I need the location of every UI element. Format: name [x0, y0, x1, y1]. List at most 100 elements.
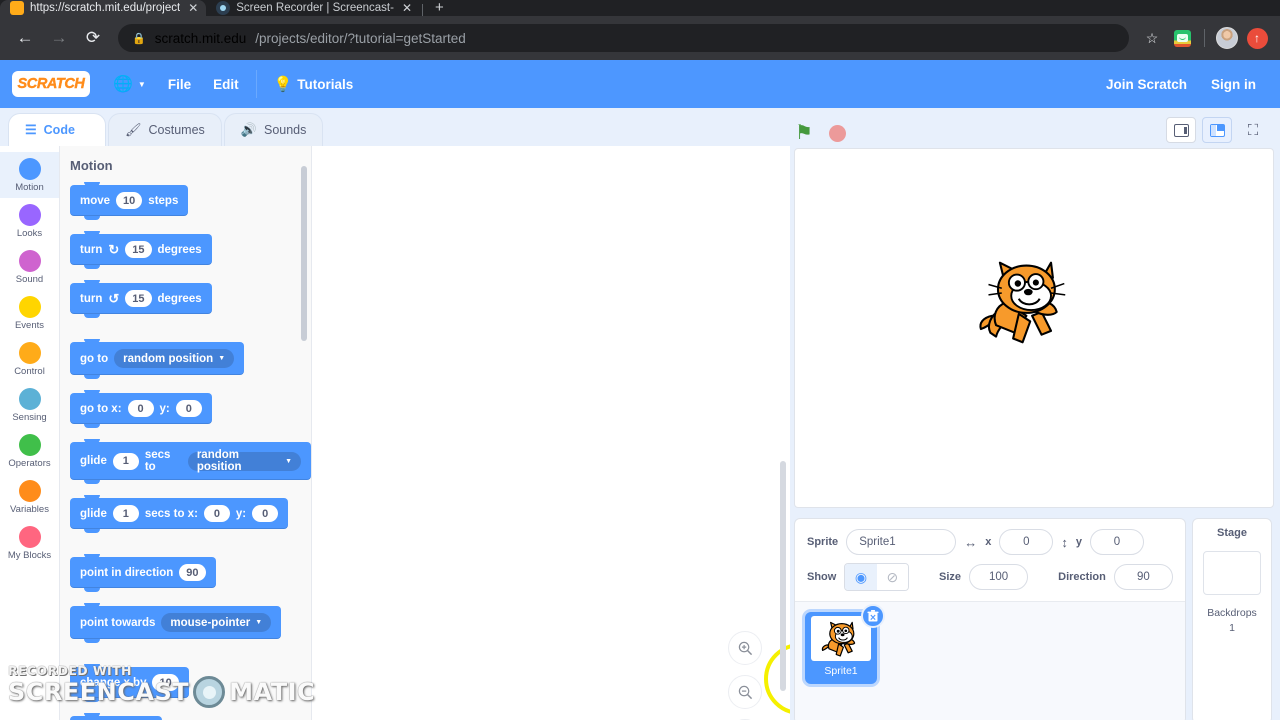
tab-code[interactable]: ☰ Code	[8, 113, 106, 146]
block-go-to[interactable]: go to random position ▼	[70, 339, 245, 379]
tab-costumes-label: Costumes	[148, 123, 205, 137]
block-glide-to[interactable]: glide 1 secs to random position ▼	[70, 439, 311, 484]
y-input[interactable]: 0	[1089, 529, 1144, 555]
language-menu[interactable]: 🌐 ▼	[102, 69, 157, 99]
palette-scrollbar[interactable]	[301, 166, 307, 341]
screencast-favicon-icon	[216, 1, 231, 15]
scratch-logo[interactable]: SCRATCH	[12, 71, 90, 97]
stage-thumbnail[interactable]	[1203, 551, 1261, 595]
zoom-in-button[interactable]	[728, 631, 762, 665]
stage-selector-pane[interactable]: Stage Backdrops 1	[1192, 518, 1272, 720]
cat-sprite-image[interactable]	[977, 257, 1072, 347]
browser-tab-screencast[interactable]: Screen Recorder | Screencast- ✕	[206, 0, 420, 16]
sign-in-button[interactable]: Sign in	[1199, 77, 1268, 92]
tab-sounds[interactable]: 🔊 Sounds	[223, 113, 324, 146]
block-dropdown[interactable]: random position ▼	[187, 449, 301, 473]
block-number-input[interactable]: 15	[125, 241, 152, 258]
show-visible-button[interactable]: ◉	[845, 564, 877, 590]
block-set-x-to[interactable]: set x to0	[70, 713, 163, 720]
avatar[interactable]	[1214, 25, 1240, 51]
tab-costumes[interactable]: 🖌 Costumes	[108, 113, 222, 146]
block-number-input[interactable]: 0	[127, 400, 154, 417]
small-stage-button[interactable]	[1166, 117, 1196, 143]
block-number-input[interactable]: 10	[152, 674, 179, 691]
block-number-input[interactable]: 90	[179, 564, 206, 581]
bookmark-star-icon[interactable]: ☆	[1139, 25, 1165, 51]
sprite-name-input[interactable]: Sprite1	[846, 529, 957, 555]
category-color-dot	[18, 203, 41, 226]
x-input[interactable]: 0	[999, 529, 1054, 555]
url-path: /projects/editor/?tutorial=getStarted	[255, 30, 466, 46]
block-go-to-xy[interactable]: go to x: 0 y: 0	[70, 390, 212, 428]
block-dropdown[interactable]: mouse-pointer ▼	[161, 613, 272, 632]
back-icon[interactable]: ←	[10, 23, 40, 53]
block-dropdown[interactable]: random position ▼	[114, 349, 235, 368]
block-turn-right[interactable]: turn ↻ 15 degrees	[70, 231, 212, 269]
size-input[interactable]: 100	[969, 564, 1029, 590]
reload-icon[interactable]: ⟳	[78, 23, 108, 53]
workspace-scrollbar-vertical[interactable]	[780, 461, 786, 691]
large-stage-button[interactable]	[1202, 117, 1232, 143]
category-sensing[interactable]: Sensing	[0, 382, 59, 428]
category-events[interactable]: Events	[0, 290, 59, 336]
category-control[interactable]: Control	[0, 336, 59, 382]
forward-icon[interactable]: →	[44, 23, 74, 53]
menu-file[interactable]: File	[157, 69, 202, 99]
category-operators[interactable]: Operators	[0, 428, 59, 474]
show-hidden-button[interactable]: ⊘	[876, 564, 908, 590]
block-number-input[interactable]: 15	[125, 290, 152, 307]
block-palette[interactable]: Motion move 10 steps turn ↻ 15 degrees turn ↺ 15 d…	[60, 146, 312, 720]
category-my-blocks[interactable]: My Blocks	[0, 520, 59, 566]
blocks-icon: ☰	[25, 122, 37, 137]
category-sound[interactable]: Sound	[0, 244, 59, 290]
category-looks[interactable]: Looks	[0, 198, 59, 244]
close-icon[interactable]: ✕	[188, 1, 198, 15]
block-turn-left[interactable]: turn ↺ 15 degrees	[70, 280, 212, 318]
menu-edit[interactable]: Edit	[202, 69, 250, 99]
block-number-input[interactable]: 10	[116, 192, 143, 209]
block-point-in-direction[interactable]: point in direction 90	[70, 554, 216, 592]
code-workspace[interactable]	[312, 146, 790, 720]
palette-block-gap	[70, 657, 311, 667]
delete-sprite-icon[interactable]	[861, 604, 885, 628]
sprite-item-sprite1[interactable]: Sprite1	[805, 604, 885, 684]
block-dropdown-label: random position	[196, 449, 242, 473]
zoom-out-button[interactable]	[728, 675, 762, 709]
block-move-steps[interactable]: move 10 steps	[70, 182, 189, 220]
upload-icon[interactable]: ↑	[1244, 25, 1270, 51]
large-stage-icon	[1209, 123, 1225, 137]
block-number-input[interactable]: 1	[112, 505, 139, 522]
block-change-x-by[interactable]: change x by 10	[70, 664, 189, 702]
direction-input[interactable]: 90	[1113, 564, 1173, 590]
palette-block-row: change x by 10	[70, 664, 311, 716]
scratch-favicon-icon	[10, 1, 24, 15]
stage-canvas[interactable]	[794, 148, 1274, 508]
close-icon[interactable]: ✕	[402, 1, 412, 15]
browser-tab-scratch[interactable]: https://scratch.mit.edu/project ✕	[0, 0, 207, 16]
stop-button-icon[interactable]	[828, 124, 846, 142]
backdrops-label: Backdrops	[1207, 607, 1257, 619]
paintbrush-icon: 🖌	[125, 122, 142, 137]
green-flag-icon[interactable]: ⚑	[795, 123, 813, 143]
palette-block-row: glide 1 secs to random position ▼	[70, 439, 311, 498]
cursor-highlight-ring	[764, 643, 790, 715]
block-glide-to-xy[interactable]: glide 1 secs to x: 0 y: 0	[70, 495, 289, 533]
block-number-input[interactable]: 0	[203, 505, 230, 522]
block-number-input[interactable]: 0	[252, 505, 279, 522]
category-variables[interactable]: Variables	[0, 474, 59, 520]
category-color-dot	[18, 387, 41, 410]
url-input[interactable]: 🔒 scratch.mit.edu/projects/editor/?tutor…	[118, 24, 1129, 52]
block-text: move	[80, 194, 111, 207]
category-label: Motion	[15, 181, 44, 193]
category-motion[interactable]: Motion	[0, 152, 59, 198]
menu-tutorials[interactable]: 💡 Tutorials	[263, 69, 365, 99]
block-point-towards[interactable]: point towards mouse-pointer ▼	[70, 603, 282, 643]
palette-block-row: glide 1 secs to x: 0 y: 0	[70, 495, 311, 547]
block-number-input[interactable]: 0	[175, 400, 202, 417]
block-number-input[interactable]: 1	[112, 452, 139, 470]
extension-icon[interactable]	[1169, 25, 1195, 51]
fullscreen-button[interactable]: ⛶	[1238, 117, 1268, 143]
category-color-dot	[18, 479, 41, 502]
join-scratch-button[interactable]: Join Scratch	[1094, 77, 1199, 92]
new-tab-button[interactable]: +	[425, 0, 454, 16]
